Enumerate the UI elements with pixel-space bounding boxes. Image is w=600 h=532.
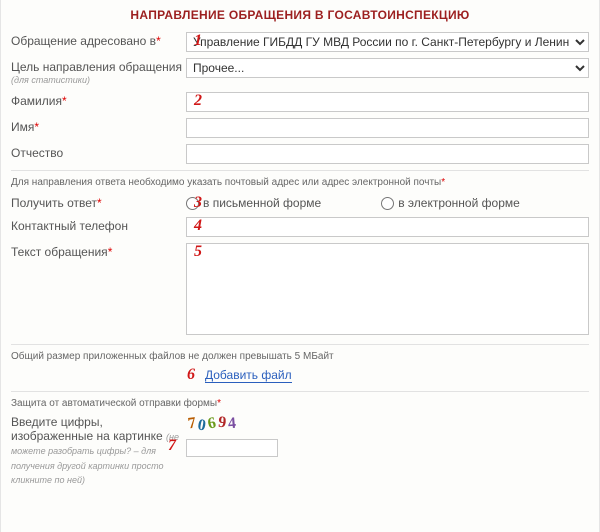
surname-input[interactable] [186,92,589,112]
label-text: Текст обращения* [11,243,186,259]
label-addressed-to-text: Обращение адресовано в [11,34,156,48]
required-star: * [34,120,39,134]
captcha-image[interactable]: 7 0 6 9 4 [186,415,238,437]
page-title: НАПРАВЛЕНИЕ ОБРАЩЕНИЯ В ГОСАВТОИНСПЕКЦИЮ [11,0,589,32]
label-surname-text: Фамилия [11,94,62,108]
name-input[interactable] [186,118,589,138]
form-page: НАПРАВЛЕНИЕ ОБРАЩЕНИЯ В ГОСАВТОИНСПЕКЦИЮ… [0,0,600,532]
required-star: * [217,398,221,409]
label-purpose-text: Цель направления обращения [11,60,182,74]
patronymic-input[interactable] [186,144,589,164]
captcha-digit: 7 [187,414,197,433]
label-name: Имя* [11,118,186,134]
captcha-section-label: Защита от автоматической отправки формы* [11,398,589,409]
purpose-select[interactable]: Прочее... [186,58,589,78]
captcha-digit: 9 [217,413,227,432]
radio-written-label[interactable]: в письменной форме [186,196,321,210]
marker-6: 6 [187,366,195,384]
label-get-reply-text: Получить ответ [11,196,97,210]
radio-written[interactable] [186,197,199,210]
appeal-textarea[interactable] [186,243,589,335]
row-addressed-to: 1 Обращение адресовано в* Управление ГИБ… [11,32,589,52]
row-get-reply: 3 Получить ответ* в письменной форме в э… [11,194,589,210]
required-star: * [62,94,67,108]
row-surname: 2 Фамилия* [11,92,589,112]
attach-row: 6 Добавить файл [11,368,589,383]
phone-input[interactable] [186,217,589,237]
marker-7: 7 [168,437,176,455]
row-patronymic: Отчество [11,144,589,164]
radio-electronic[interactable] [381,197,394,210]
required-star: * [156,34,161,48]
label-patronymic: Отчество [11,144,186,160]
separator [11,391,589,392]
captcha-digit: 0 [196,416,207,435]
reply-note-text: Для направления ответа необходимо указат… [11,177,441,188]
add-file-link[interactable]: Добавить файл [205,368,292,383]
radio-electronic-text: в электронной форме [398,196,520,210]
captcha-digit: 6 [206,414,218,433]
required-star: * [97,196,102,210]
captcha-label: Введите цифры, изображенные на картинке … [11,415,186,487]
label-name-text: Имя [11,120,34,134]
label-addressed-to: Обращение адресовано в* [11,32,186,48]
row-name: Имя* [11,118,589,138]
label-get-reply: Получить ответ* [11,194,186,210]
separator [11,170,589,171]
addressed-to-select[interactable]: Управление ГИБДД ГУ МВД России по г. Сан… [186,32,589,52]
separator [11,344,589,345]
label-surname: Фамилия* [11,92,186,108]
label-purpose-sub: (для статистики) [11,75,186,86]
radio-written-text: в письменной форме [203,196,321,210]
captcha-input[interactable] [186,439,278,457]
row-text: 5 Текст обращения* [11,243,589,338]
radio-electronic-label[interactable]: в электронной форме [381,196,520,210]
row-phone: 4 Контактный телефон [11,217,589,237]
label-purpose: Цель направления обращения (для статисти… [11,58,186,86]
captcha-section-label-text: Защита от автоматической отправки формы [11,398,217,409]
files-note: Общий размер приложенных файлов не долже… [11,351,589,362]
reply-note: Для направления ответа необходимо указат… [11,177,589,188]
required-star: * [108,245,113,259]
required-star: * [441,177,445,188]
captcha-label-text: Введите цифры, изображенные на картинке [11,415,163,443]
label-phone: Контактный телефон [11,217,186,233]
captcha-digit: 4 [227,414,237,433]
captcha-block: Введите цифры, изображенные на картинке … [11,415,589,487]
label-text-text: Текст обращения [11,245,108,259]
row-purpose: Цель направления обращения (для статисти… [11,58,589,86]
